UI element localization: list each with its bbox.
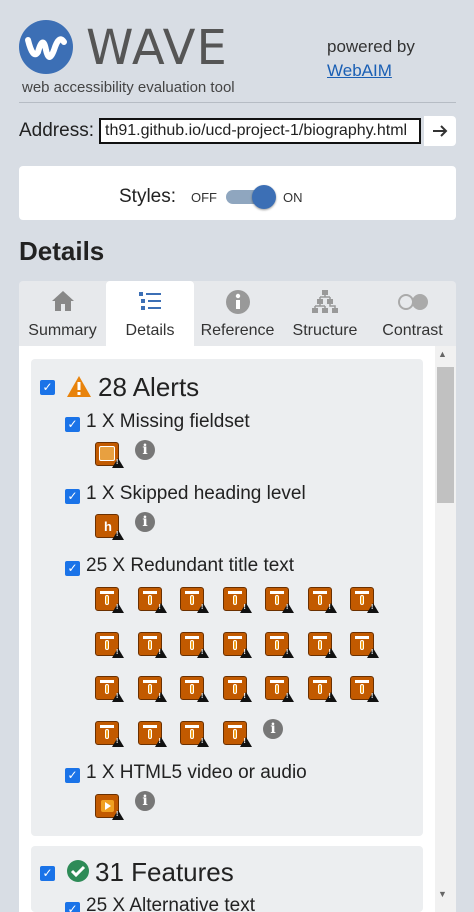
features-title: 31 Features [95, 857, 234, 887]
redundant-title-icon[interactable] [265, 676, 294, 702]
redundant-title-icon[interactable] [265, 631, 294, 658]
wave-logo-icon [19, 20, 73, 74]
scroll-down-arrow-icon[interactable]: ▼ [438, 889, 447, 899]
redundant-title-icon[interactable] [350, 676, 379, 702]
styles-off-label: OFF [191, 190, 217, 205]
redundant-title-icon[interactable] [265, 587, 294, 613]
scroll-up-arrow-icon[interactable]: ▲ [438, 349, 447, 359]
styles-label: Styles: [119, 186, 177, 207]
redundant-title-icon[interactable] [180, 720, 209, 747]
info-icon [194, 289, 281, 315]
redundant-title-icon[interactable] [222, 631, 252, 658]
redundant-title-icon[interactable] [222, 720, 252, 747]
tab-contrast-label: Contrast [382, 322, 443, 339]
redundant-title-icon[interactable] [137, 676, 167, 702]
address-bar: Address: [19, 116, 456, 146]
warning-triangle-icon [66, 375, 92, 398]
details-heading: Details [19, 236, 105, 266]
redundant-title-icon[interactable] [95, 631, 124, 658]
html5-video-checkbox[interactable]: ✓ [65, 768, 80, 783]
tab-structure[interactable]: Structure [281, 281, 369, 346]
missing-fieldset-icon[interactable] [95, 442, 124, 468]
redundant-title-icon[interactable] [307, 676, 337, 702]
tagline: web accessibility evaluation tool [22, 79, 235, 96]
redundant-title-icon[interactable] [180, 587, 209, 613]
skipped-heading-icon[interactable]: h [95, 514, 124, 540]
info-icon[interactable]: i [135, 512, 155, 532]
styles-toggle[interactable] [226, 185, 278, 209]
alerts-title: 28 Alerts [98, 372, 200, 402]
header-divider [19, 102, 456, 103]
alternative-text-label: 25 X Alternative text [86, 895, 255, 912]
redundant-title-checkbox[interactable]: ✓ [65, 561, 80, 576]
tab-contrast[interactable]: Contrast [369, 281, 456, 346]
tab-summary[interactable]: Summary [19, 281, 106, 346]
redundant-title-icon[interactable] [180, 631, 209, 658]
list-icon [106, 289, 194, 315]
tab-bar: Summary Details Reference Structure Cont… [19, 281, 456, 346]
skipped-heading-label: 1 X Skipped heading level [86, 483, 306, 504]
redundant-title-icon[interactable] [137, 720, 167, 747]
info-icon[interactable]: i [135, 791, 155, 811]
arrow-right-icon[interactable] [424, 116, 456, 146]
redundant-title-icon[interactable] [137, 631, 167, 658]
logo-wordmark: WAVE [86, 20, 228, 76]
alternative-text-checkbox[interactable]: ✓ [65, 902, 80, 912]
redundant-title-label: 25 X Redundant title text [86, 555, 295, 576]
redundant-title-icon[interactable] [350, 587, 379, 613]
tab-reference-label: Reference [200, 322, 275, 339]
contrast-icon [369, 289, 456, 315]
redundant-title-icon[interactable] [222, 676, 252, 702]
info-icon[interactable]: i [263, 719, 283, 739]
address-label: Address: [19, 120, 94, 141]
redundant-title-icon[interactable] [180, 676, 209, 702]
tab-reference[interactable]: Reference [194, 281, 281, 346]
address-input[interactable] [99, 118, 421, 144]
missing-fieldset-checkbox[interactable]: ✓ [65, 417, 80, 432]
powered-by-text: powered by [327, 37, 415, 56]
html5-video-icon[interactable] [95, 794, 124, 820]
redundant-title-icon[interactable] [95, 587, 124, 613]
styles-panel: Styles: OFF ON [19, 166, 456, 220]
skipped-heading-checkbox[interactable]: ✓ [65, 489, 80, 504]
tab-details[interactable]: Details [106, 281, 194, 346]
redundant-title-icon[interactable] [95, 676, 124, 702]
tab-structure-label: Structure [292, 322, 358, 339]
header: WAVE web accessibility evaluation tool p… [0, 0, 474, 103]
redundant-title-icon[interactable] [222, 587, 252, 613]
redundant-title-icon[interactable] [307, 631, 337, 658]
tab-details-label: Details [125, 322, 175, 339]
scrollbar-thumb[interactable] [437, 367, 454, 503]
missing-fieldset-label: 1 X Missing fieldset [86, 411, 250, 432]
tab-summary-label: Summary [28, 322, 97, 339]
redundant-title-icon[interactable] [350, 631, 379, 658]
check-circle-icon [66, 859, 90, 883]
info-icon[interactable]: i [135, 440, 155, 460]
styles-on-label: ON [283, 190, 303, 205]
features-checkbox[interactable]: ✓ [40, 866, 55, 881]
toggle-knob [252, 185, 276, 209]
redundant-title-icon[interactable] [307, 587, 337, 613]
webaim-link[interactable]: WebAIM [327, 61, 392, 81]
redundant-title-icon[interactable] [95, 720, 124, 747]
alerts-checkbox[interactable]: ✓ [40, 380, 55, 395]
redundant-title-icon[interactable] [137, 587, 167, 613]
home-icon [19, 289, 106, 315]
html5-video-label: 1 X HTML5 video or audio [86, 762, 307, 783]
hierarchy-icon [281, 289, 369, 315]
